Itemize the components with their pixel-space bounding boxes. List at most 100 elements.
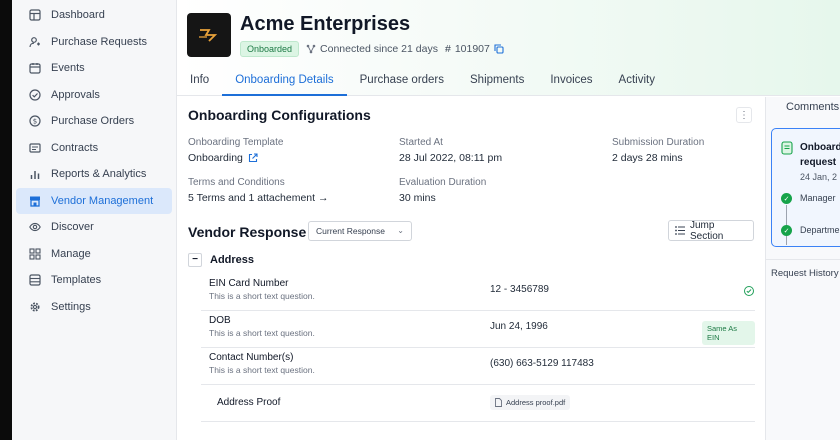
address-section-header[interactable]: − Address [188, 253, 254, 267]
section-title: Onboarding Configurations [188, 107, 371, 123]
question-row: Contact Number(s) This is a short text q… [201, 348, 755, 385]
sidebar-item-label: Manage [51, 247, 91, 260]
check-icon: ✓ [781, 225, 792, 236]
tab-info[interactable]: Info [177, 68, 222, 96]
timeline-item-department: Departme [800, 225, 840, 235]
question-subtitle: This is a short text question. [209, 365, 315, 375]
dollar-circle-icon: $ [28, 114, 42, 128]
question-title: EIN Card Number [209, 278, 289, 289]
jump-section-button[interactable]: Jump Section [668, 219, 754, 242]
sidebar-item-events[interactable]: Events [16, 55, 172, 82]
company-logo [187, 13, 231, 57]
file-icon [495, 398, 502, 407]
gear-icon [28, 300, 42, 314]
file-attachment[interactable]: Address proof.pdf [490, 395, 571, 410]
template-value-wrap: Onboarding [188, 152, 258, 164]
sidebar-item-templates[interactable]: Templates [16, 267, 172, 294]
bar-chart-icon [28, 167, 42, 181]
sidebar-item-purchase-requests[interactable]: Purchase Requests [16, 29, 172, 56]
started-value: 28 Jul 2022, 08:11 pm [399, 152, 503, 164]
connected-since: Connected since 21 days [320, 43, 438, 55]
tab-shipments[interactable]: Shipments [457, 68, 537, 96]
sidebar-item-label: Settings [51, 300, 91, 313]
evaluation-value: 30 mins [399, 192, 436, 204]
tab-invoices[interactable]: Invoices [537, 68, 605, 96]
external-link-icon[interactable] [248, 153, 258, 163]
question-row: DOB This is a short text question. Jun 2… [201, 311, 755, 348]
sidebar-item-label: Discover [51, 221, 94, 234]
file-name: Address proof.pdf [506, 398, 566, 407]
sidebar-item-label: Vendor Management [51, 194, 154, 207]
more-options-button[interactable]: ⋮ [736, 107, 752, 123]
connection-icon [306, 44, 316, 54]
same-as-badge: Same As EIN [702, 321, 755, 345]
question-row: EIN Card Number This is a short text que… [201, 274, 755, 311]
card-title: Onboard request [800, 140, 840, 170]
comments-panel: Comments Onboard request 24 Jan, 2 ✓ Man… [765, 97, 840, 440]
question-title: Address Proof [217, 397, 281, 408]
sidebar-item-label: Purchase Requests [51, 35, 147, 48]
verified-icon [744, 286, 754, 296]
sidebar-item-label: Dashboard [51, 9, 105, 22]
contract-icon [28, 141, 42, 155]
address-section-title: Address [210, 254, 255, 266]
tab-activity[interactable]: Activity [606, 68, 668, 96]
sidebar-item-purchase-orders[interactable]: $ Purchase Orders [16, 108, 172, 135]
question-row: Address Proof Address proof.pdf [201, 385, 755, 422]
question-answer: Jun 24, 1996 [490, 321, 548, 332]
tab-purchase-orders[interactable]: Purchase orders [347, 68, 457, 96]
sidebar-item-label: Purchase Orders [51, 115, 135, 128]
question-subtitle: This is a short text question. [209, 328, 315, 338]
company-meta: Onboarded Connected since 21 days # 1019… [240, 41, 504, 57]
question-answer: 12 - 3456789 [490, 284, 549, 295]
sidebar-item-contracts[interactable]: Contracts [16, 135, 172, 162]
eye-icon [28, 220, 42, 234]
tab-bar: Info Onboarding Details Purchase orders … [177, 68, 840, 96]
sidebar-item-vendor-management[interactable]: Vendor Management [16, 187, 172, 214]
sidebar-item-label: Contracts [51, 141, 99, 154]
user-request-icon [28, 35, 42, 49]
company-name: Acme Enterprises [240, 13, 411, 35]
evaluation-label: Evaluation Duration [399, 177, 487, 188]
terms-label: Terms and Conditions [188, 177, 285, 188]
template-value[interactable]: Onboarding [188, 152, 243, 164]
request-history-tab[interactable]: Request History [766, 259, 840, 279]
sidebar-item-dashboard[interactable]: Dashboard [16, 2, 172, 29]
vendor-id: 101907 [454, 43, 490, 55]
collapse-icon[interactable]: − [188, 253, 202, 267]
card-title-line-2: request [800, 157, 837, 168]
started-label: Started At [399, 137, 443, 148]
submission-value: 2 days 28 mins [612, 152, 683, 164]
tab-onboarding-details[interactable]: Onboarding Details [222, 68, 347, 96]
template-label: Onboarding Template [188, 137, 284, 148]
id-hash: # [444, 43, 451, 55]
sidebar-item-label: Approvals [51, 88, 100, 101]
copy-icon[interactable] [494, 44, 504, 54]
grid-icon [28, 247, 42, 261]
list-icon [675, 226, 685, 235]
jump-section-label: Jump Section [690, 219, 724, 242]
window-edge [0, 0, 12, 440]
sidebar: Dashboard Purchase Requests Events Appro… [12, 0, 177, 440]
question-answer: (630) 663-5129 117483 [490, 358, 594, 369]
svg-text:$: $ [33, 118, 37, 126]
sidebar-item-label: Reports & Analytics [51, 168, 147, 181]
onboarding-request-card[interactable]: Onboard request 24 Jan, 2 ✓ Manager ✓ De… [771, 128, 840, 247]
sidebar-item-manage[interactable]: Manage [16, 241, 172, 268]
sidebar-item-reports[interactable]: Reports & Analytics [16, 161, 172, 188]
kebab-icon: ⋮ [739, 109, 749, 121]
onboarding-content: Onboarding Configurations ⋮ Onboarding T… [177, 97, 765, 440]
tab-comments[interactable]: Comments [786, 101, 839, 113]
response-select[interactable]: Current Response ⌄ [308, 221, 412, 241]
document-icon [781, 141, 793, 155]
question-title: Contact Number(s) [209, 352, 294, 363]
sidebar-item-label: Events [51, 62, 85, 75]
terms-link[interactable]: 5 Terms and 1 attachement → [188, 192, 328, 204]
submission-label: Submission Duration [612, 137, 705, 148]
check-circle-icon [28, 88, 42, 102]
sidebar-item-label: Templates [51, 274, 102, 287]
chevron-down-icon: ⌄ [397, 226, 404, 235]
sidebar-item-approvals[interactable]: Approvals [16, 82, 172, 109]
sidebar-item-discover[interactable]: Discover [16, 214, 172, 241]
sidebar-item-settings[interactable]: Settings [16, 294, 172, 321]
